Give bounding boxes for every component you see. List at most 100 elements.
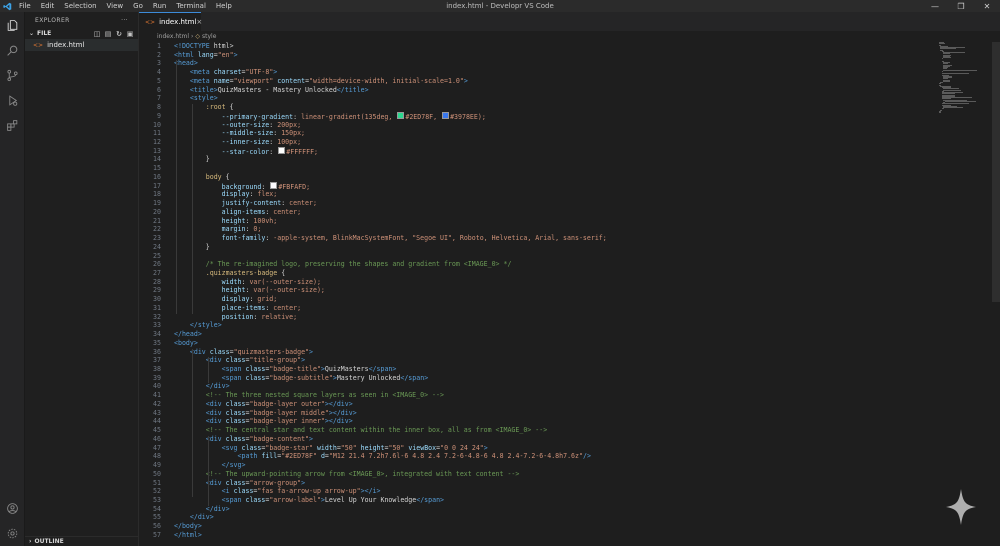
code-line[interactable]: 12 --inner-size: 100px; <box>139 138 939 146</box>
code-line[interactable]: 35 <body> <box>139 339 939 347</box>
code-line[interactable]: 48 <path fill="#2ED78F" d="M12 21.4 7.2h… <box>139 452 939 460</box>
menu-terminal[interactable]: Terminal <box>171 0 211 12</box>
search-icon[interactable] <box>4 42 20 58</box>
code-line[interactable]: 9 --primary-gradient: linear-gradient(13… <box>139 111 939 121</box>
code-line[interactable]: 17 background: #FBFAFD; <box>139 181 939 191</box>
refresh-icon[interactable]: ↻ <box>115 30 123 38</box>
code-line[interactable]: 57 </html> <box>139 531 939 539</box>
code-line[interactable]: 2 <html lang="en"> <box>139 51 939 59</box>
color-swatch[interactable] <box>397 111 405 119</box>
code-line[interactable]: 16 body { <box>139 173 939 181</box>
code-line[interactable]: 32 position: relative; <box>139 313 939 321</box>
code-line[interactable]: 47 <svg class="badge-star" width="50" he… <box>139 444 939 452</box>
menu-help[interactable]: Help <box>211 0 237 12</box>
new-file-icon[interactable]: ◫ <box>93 30 101 38</box>
run-debug-icon[interactable] <box>4 92 20 108</box>
code-line[interactable]: 52 <i class="fas fa-arrow-up arrow-up"><… <box>139 487 939 495</box>
code-line[interactable]: 25 <box>139 252 939 260</box>
menu-go[interactable]: Go <box>128 0 148 12</box>
code-line[interactable]: 51 <div class="arrow-group"> <box>139 479 939 487</box>
file-item-index-html[interactable]: <> index.html <box>25 39 138 51</box>
code-line[interactable]: 7 <style> <box>139 94 939 102</box>
outline-section[interactable]: › OUTLINE <box>25 536 138 546</box>
more-actions-icon[interactable]: ··· <box>121 17 128 24</box>
extensions-icon[interactable] <box>4 117 20 133</box>
restore-icon[interactable]: ❐ <box>948 0 974 12</box>
code-line[interactable]: 8 :root { <box>139 103 939 111</box>
line-number: 15 <box>153 164 161 173</box>
settings-gear-icon[interactable] <box>4 525 20 541</box>
code-line[interactable]: 6 <title>QuizMasters - Mastery Unlocked<… <box>139 86 939 94</box>
code-line[interactable]: 5 <meta name="viewport" content="width=d… <box>139 77 939 85</box>
code-line[interactable]: 29 height: var(--outer-size); <box>139 286 939 294</box>
code-line[interactable]: 27 .quizmasters-badge { <box>139 269 939 277</box>
code-line[interactable]: 56 </body> <box>139 522 939 530</box>
code-line[interactable]: 1 <!DOCTYPE html> <box>139 42 939 50</box>
code-line[interactable]: 45 <!-- The central star and text conten… <box>139 426 939 434</box>
code-line[interactable]: 41 <!-- The three nested square layers a… <box>139 391 939 399</box>
code-line[interactable]: 36 <div class="quizmasters-badge"> <box>139 348 939 356</box>
code-line[interactable]: 4 <meta charset="UTF-8"> <box>139 68 939 76</box>
code-line[interactable]: 46 <div class="badge-content"> <box>139 435 939 443</box>
file-section-header[interactable]: ⌄ FILE ◫ ▤ ↻ ▣ <box>25 28 138 39</box>
code-line[interactable]: 55 </div> <box>139 513 939 521</box>
code-line[interactable]: 54 </div> <box>139 505 939 513</box>
menu-edit[interactable]: Edit <box>36 0 60 12</box>
code-line[interactable]: 11 --middle-size: 150px; <box>139 129 939 137</box>
code-line[interactable]: 43 <div class="badge-layer middle"></div… <box>139 409 939 417</box>
code-text: </div> <box>205 382 230 391</box>
minimize-icon[interactable]: — <box>922 0 948 12</box>
code-line[interactable]: 53 <span class="arrow-label">Level Up Yo… <box>139 496 939 504</box>
new-folder-icon[interactable]: ▤ <box>104 30 112 38</box>
code-line[interactable]: 13 --star-color: #FFFFFF; <box>139 146 939 156</box>
code-text: <span class="arrow-label">Level Up Your … <box>221 495 445 504</box>
color-swatch[interactable] <box>442 111 450 119</box>
code-line[interactable]: 42 <div class="badge-layer outer"></div> <box>139 400 939 408</box>
menu-run[interactable]: Run <box>148 0 171 12</box>
code-line[interactable]: 23 font-family: -apple-system, BlinkMacS… <box>139 234 939 242</box>
code-line[interactable]: 50 <!-- The upward-pointing arrow from <… <box>139 470 939 478</box>
code-line[interactable]: 38 <span class="badge-title">QuizMasters… <box>139 365 939 373</box>
code-line[interactable]: 24 } <box>139 243 939 251</box>
code-line[interactable]: 22 margin: 0; <box>139 225 939 233</box>
code-line[interactable]: 20 align-items: center; <box>139 208 939 216</box>
scrollbar-thumb[interactable] <box>992 42 1000 302</box>
line-number: 31 <box>153 303 161 312</box>
close-tab-icon[interactable]: × <box>196 18 202 26</box>
menu-view[interactable]: View <box>102 0 129 12</box>
code-line[interactable]: 26 /* The re-imagined logo, preserving t… <box>139 260 939 268</box>
code-line[interactable]: 15 <box>139 164 939 172</box>
code-line[interactable]: 30 display: grid; <box>139 295 939 303</box>
code-line[interactable]: 31 place-items: center; <box>139 304 939 312</box>
code-line[interactable]: 10 --outer-size: 200px; <box>139 121 939 129</box>
code-line[interactable]: 21 height: 100vh; <box>139 217 939 225</box>
code-line[interactable]: 34 </head> <box>139 330 939 338</box>
code-line[interactable]: 44 <div class="badge-layer inner"></div> <box>139 417 939 425</box>
code-line[interactable]: 14 } <box>139 155 939 163</box>
code-text: --inner-size: 100px; <box>221 138 302 147</box>
account-icon[interactable] <box>4 500 20 516</box>
breadcrumb-symbol[interactable]: style <box>202 33 216 40</box>
code-line[interactable]: 3 <head> <box>139 59 939 67</box>
collapse-all-icon[interactable]: ▣ <box>126 30 134 38</box>
code-line[interactable]: 33 </style> <box>139 321 939 329</box>
editor-scrollbar[interactable] <box>990 42 1000 546</box>
source-control-icon[interactable] <box>4 67 20 83</box>
minimap[interactable] <box>939 42 989 113</box>
menu-file[interactable]: File <box>14 0 36 12</box>
code-line[interactable]: 18 display: flex; <box>139 190 939 198</box>
code-line[interactable]: 19 justify-content: center; <box>139 199 939 207</box>
files-icon[interactable] <box>4 17 20 33</box>
breadcrumb-file[interactable]: index.html <box>157 33 189 40</box>
close-window-icon[interactable]: ✕ <box>974 0 1000 12</box>
code-line[interactable]: 40 </div> <box>139 382 939 390</box>
code-line[interactable]: 37 <div class="title-group"> <box>139 356 939 364</box>
menu-selection[interactable]: Selection <box>59 0 101 12</box>
tab-index-html[interactable]: <> index.html × <box>139 12 202 31</box>
code-line[interactable]: 39 <span class="badge-subtitle">Mastery … <box>139 374 939 382</box>
code-editor[interactable]: 1 <!DOCTYPE html> 2 <html lang="en"> 3 <head>… <box>139 42 939 546</box>
code-line[interactable]: 28 width: var(--outer-size); <box>139 278 939 286</box>
color-swatch[interactable] <box>270 181 278 189</box>
code-line[interactable]: 49 </svg> <box>139 461 939 469</box>
color-swatch[interactable] <box>278 146 286 154</box>
